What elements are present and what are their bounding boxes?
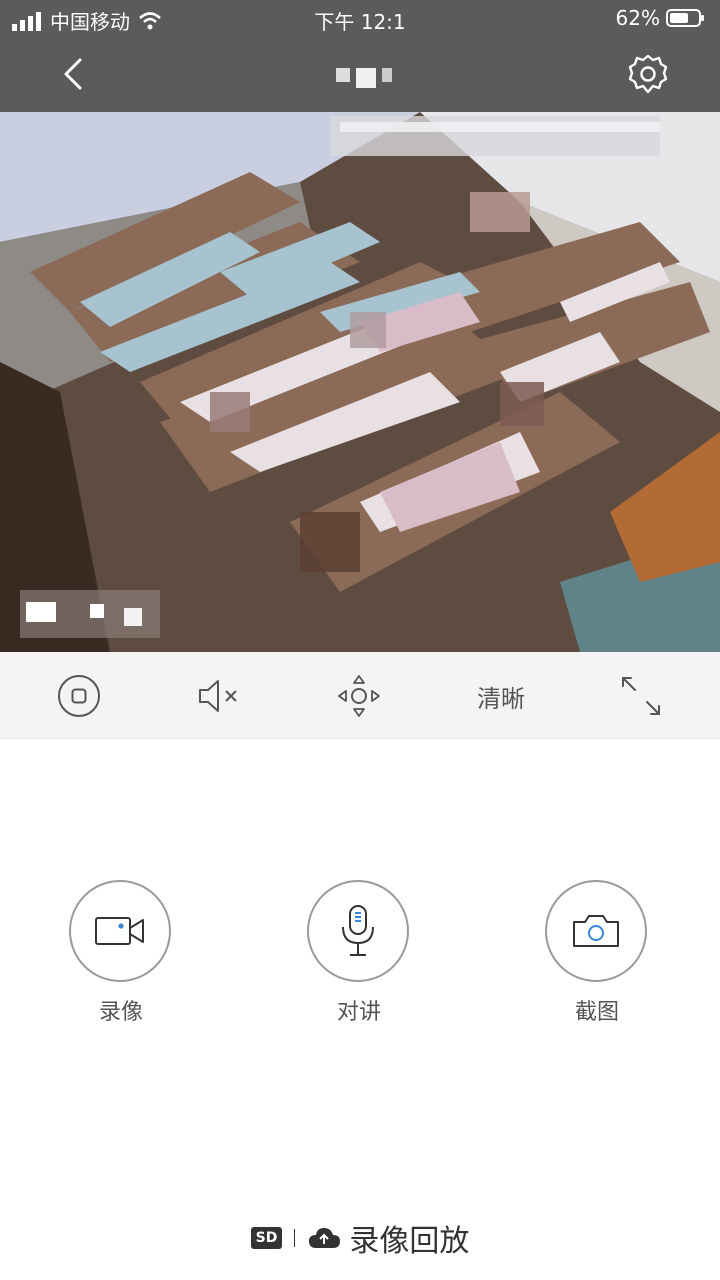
battery-icon bbox=[666, 9, 704, 27]
microphone-icon bbox=[342, 905, 374, 956]
ptz-direction-button[interactable] bbox=[336, 672, 382, 720]
playback-link[interactable]: SD 录像回放 bbox=[0, 1214, 720, 1262]
video-camera-icon bbox=[95, 917, 144, 945]
status-bar: 中国移动 下午 12:1 62% bbox=[0, 0, 720, 36]
record-button[interactable] bbox=[69, 880, 171, 982]
fullscreen-icon bbox=[622, 677, 660, 715]
record-label: 录像 bbox=[98, 1000, 143, 1025]
nav-row bbox=[0, 40, 720, 112]
screenshot-button[interactable] bbox=[545, 880, 647, 982]
top-bar: 中国移动 下午 12:1 62% bbox=[0, 0, 720, 112]
camera-icon bbox=[573, 915, 619, 947]
player-controls: 清晰 bbox=[0, 652, 720, 739]
cloud-icon bbox=[309, 1228, 341, 1248]
separator bbox=[294, 1229, 296, 1247]
stop-button[interactable] bbox=[56, 672, 102, 720]
talk-button[interactable] bbox=[307, 880, 409, 982]
stop-circle-icon bbox=[58, 675, 100, 717]
direction-pad-icon bbox=[338, 675, 380, 717]
status-time: 下午 12:1 bbox=[314, 10, 406, 34]
back-icon[interactable] bbox=[56, 54, 96, 94]
device-title-blurred bbox=[336, 68, 396, 88]
camera-video-feed[interactable] bbox=[0, 112, 720, 652]
screenshot-label: 截图 bbox=[574, 1000, 619, 1025]
speaker-muted-icon bbox=[199, 680, 237, 712]
talk-label: 对讲 bbox=[336, 1000, 381, 1025]
playback-label: 录像回放 bbox=[349, 1224, 470, 1259]
mute-button[interactable] bbox=[196, 672, 242, 720]
fullscreen-button[interactable] bbox=[618, 672, 664, 720]
settings-gear-icon[interactable] bbox=[626, 52, 670, 96]
battery-percent: 62% bbox=[615, 6, 660, 30]
screenshot-action[interactable]: 截图 bbox=[545, 880, 649, 1026]
sd-badge: SD bbox=[250, 1227, 283, 1249]
quality-toggle[interactable]: 清晰 bbox=[466, 672, 536, 720]
talk-action[interactable]: 对讲 bbox=[307, 880, 411, 1026]
action-buttons: 录像 对讲 截图 bbox=[0, 880, 720, 1050]
record-action[interactable]: 录像 bbox=[69, 880, 173, 1026]
